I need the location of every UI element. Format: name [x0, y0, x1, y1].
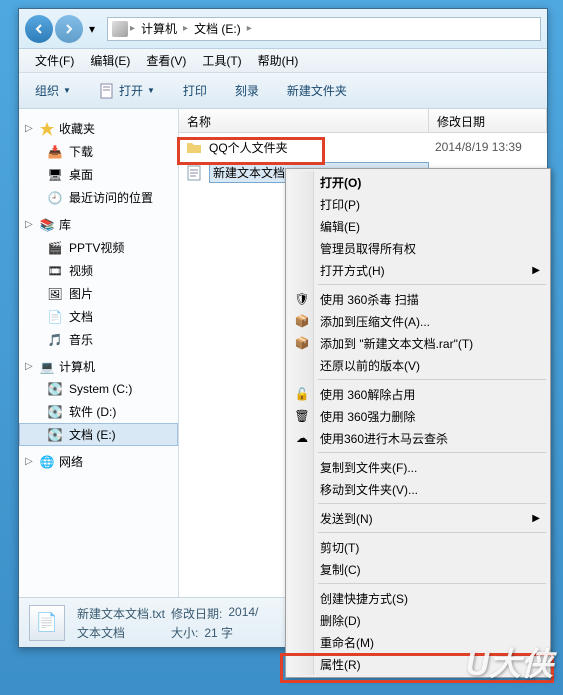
status-size-value: 21 字 — [204, 624, 233, 641]
sidebar-item-c-drive[interactable]: 💽System (C:) — [19, 378, 178, 400]
ctx-forcedel360[interactable]: 🗑使用 360强力删除 — [288, 405, 548, 427]
folder-icon — [185, 138, 203, 156]
music-icon: 🎵 — [47, 332, 63, 348]
archive-icon: 📦 — [294, 313, 310, 329]
status-type: 文本文档 — [77, 624, 125, 641]
sidebar-item-d-drive[interactable]: 💽软件 (D:) — [19, 400, 178, 423]
computer-icon: 💻 — [39, 359, 55, 375]
video-icon: 🎞 — [47, 263, 63, 279]
sidebar-item-label: 网络 — [59, 453, 83, 470]
sidebar-item-music[interactable]: 🎵音乐 — [19, 328, 178, 351]
sidebar-item-pictures[interactable]: 🖼图片 — [19, 282, 178, 305]
menubar: 文件(F) 编辑(E) 查看(V) 工具(T) 帮助(H) — [19, 49, 547, 73]
ctx-addrar[interactable]: 📦添加到 "新建文本文档.rar"(T) — [288, 332, 548, 354]
ctx-open[interactable]: 打开(O) — [288, 171, 548, 193]
download-icon: 📥 — [47, 144, 63, 160]
text-file-icon — [185, 164, 203, 182]
ctx-restore[interactable]: 还原以前的版本(V) — [288, 354, 548, 376]
recent-icon: 🕘 — [47, 190, 63, 206]
menu-edit[interactable]: 编辑(E) — [82, 52, 138, 69]
ctx-addarchive[interactable]: 📦添加到压缩文件(A)... — [288, 310, 548, 332]
delete-icon: 🗑 — [294, 408, 310, 424]
context-menu: 打开(O) 打印(P) 编辑(E) 管理员取得所有权 打开方式(H)▶ 🛡使用 … — [285, 168, 551, 678]
column-date[interactable]: 修改日期 — [429, 109, 547, 132]
ctx-sendto[interactable]: 发送到(N)▶ — [288, 507, 548, 529]
menu-view[interactable]: 查看(V) — [138, 52, 194, 69]
forward-button[interactable] — [55, 15, 83, 43]
status-filename: 新建文本文档.txt — [77, 605, 165, 622]
toolbar: 组织▼ 打开▼ 打印 刻录 新建文件夹 — [19, 73, 547, 109]
menu-help[interactable]: 帮助(H) — [250, 52, 307, 69]
sidebar-item-downloads[interactable]: 📥下载 — [19, 140, 178, 163]
ctx-movefolder[interactable]: 移动到文件夹(V)... — [288, 478, 548, 500]
ctx-cut[interactable]: 剪切(T) — [288, 536, 548, 558]
star-icon — [39, 121, 55, 137]
desktop-icon: 🖥 — [47, 167, 63, 183]
ctx-copyfolder[interactable]: 复制到文件夹(F)... — [288, 456, 548, 478]
document-icon — [99, 83, 115, 99]
archive-icon: 📦 — [294, 335, 310, 351]
drive-icon: 💽 — [47, 381, 63, 397]
menu-file[interactable]: 文件(F) — [27, 52, 82, 69]
ctx-scan360[interactable]: 🛡使用 360杀毒 扫描 — [288, 288, 548, 310]
sidebar-item-label: 库 — [59, 216, 71, 233]
column-name[interactable]: 名称 — [179, 109, 429, 132]
ctx-delete[interactable]: 删除(D) — [288, 609, 548, 631]
burn-button[interactable]: 刻录 — [227, 78, 267, 103]
network-icon: 🌐 — [39, 454, 55, 470]
video-icon: 🎬 — [47, 240, 63, 256]
history-dropdown[interactable]: ▾ — [85, 19, 99, 39]
unlock-icon: 🔓 — [294, 386, 310, 402]
drive-icon: 💽 — [47, 404, 63, 420]
sidebar-item-pptv[interactable]: 🎬PPTV视频 — [19, 236, 178, 259]
ctx-openwith[interactable]: 打开方式(H)▶ — [288, 259, 548, 281]
ctx-unlock360[interactable]: 🔓使用 360解除占用 — [288, 383, 548, 405]
sidebar-item-e-drive[interactable]: 💽文档 (E:) — [19, 423, 178, 446]
status-date-label: 修改日期: — [171, 605, 222, 622]
computer-icon — [112, 21, 128, 37]
shield-icon: 🛡 — [294, 291, 310, 307]
picture-icon: 🖼 — [47, 286, 63, 302]
ctx-shortcut[interactable]: 创建快捷方式(S) — [288, 587, 548, 609]
file-name: QQ个人文件夹 — [209, 139, 429, 156]
cloud-scan-icon: ☁ — [294, 430, 310, 446]
ctx-admin[interactable]: 管理员取得所有权 — [288, 237, 548, 259]
sidebar-computer[interactable]: ▷ 💻 计算机 — [19, 355, 178, 378]
sidebar-favorites[interactable]: ▷ 收藏夹 — [19, 117, 178, 140]
sidebar-network[interactable]: ▷ 🌐 网络 — [19, 450, 178, 473]
back-button[interactable] — [25, 15, 53, 43]
sidebar-item-label: 计算机 — [59, 358, 95, 375]
status-date-value: 2014/ — [228, 605, 258, 622]
menu-tools[interactable]: 工具(T) — [194, 52, 249, 69]
ctx-cloud360[interactable]: ☁使用360进行木马云查杀 — [288, 427, 548, 449]
organize-button[interactable]: 组织▼ — [27, 78, 79, 103]
breadcrumb-seg-computer[interactable]: 计算机 — [137, 20, 181, 37]
file-row[interactable]: QQ个人文件夹 2014/8/19 13:39 — [179, 135, 547, 159]
ctx-copy[interactable]: 复制(C) — [288, 558, 548, 580]
drive-icon: 💽 — [47, 427, 63, 443]
library-icon: 📚 — [39, 217, 55, 233]
sidebar-item-videos[interactable]: 🎞视频 — [19, 259, 178, 282]
open-button[interactable]: 打开▼ — [91, 78, 163, 103]
breadcrumb[interactable]: ▸ 计算机 ▸ 文档 (E:) ▸ — [107, 17, 541, 41]
ctx-print[interactable]: 打印(P) — [288, 193, 548, 215]
status-size-label: 大小: — [171, 624, 198, 641]
ctx-edit[interactable]: 编辑(E) — [288, 215, 548, 237]
sidebar-item-desktop[interactable]: 🖥桌面 — [19, 163, 178, 186]
breadcrumb-seg-drive[interactable]: 文档 (E:) — [190, 20, 245, 37]
watermark: U大侠 — [466, 639, 553, 685]
column-headers: 名称 修改日期 — [179, 109, 547, 133]
titlebar: ▾ ▸ 计算机 ▸ 文档 (E:) ▸ — [19, 9, 547, 49]
sidebar-item-recent[interactable]: 🕘最近访问的位置 — [19, 186, 178, 209]
text-file-icon: 📄 — [29, 605, 65, 641]
file-date: 2014/8/19 13:39 — [435, 140, 522, 154]
print-button[interactable]: 打印 — [175, 78, 215, 103]
sidebar-item-label: 收藏夹 — [59, 120, 95, 137]
sidebar-item-documents[interactable]: 📄文档 — [19, 305, 178, 328]
sidebar: ▷ 收藏夹 📥下载 🖥桌面 🕘最近访问的位置 ▷ 📚 库 🎬PPTV视频 🎞视频… — [19, 109, 179, 597]
sidebar-libraries[interactable]: ▷ 📚 库 — [19, 213, 178, 236]
document-icon: 📄 — [47, 309, 63, 325]
newfolder-button[interactable]: 新建文件夹 — [279, 78, 355, 103]
